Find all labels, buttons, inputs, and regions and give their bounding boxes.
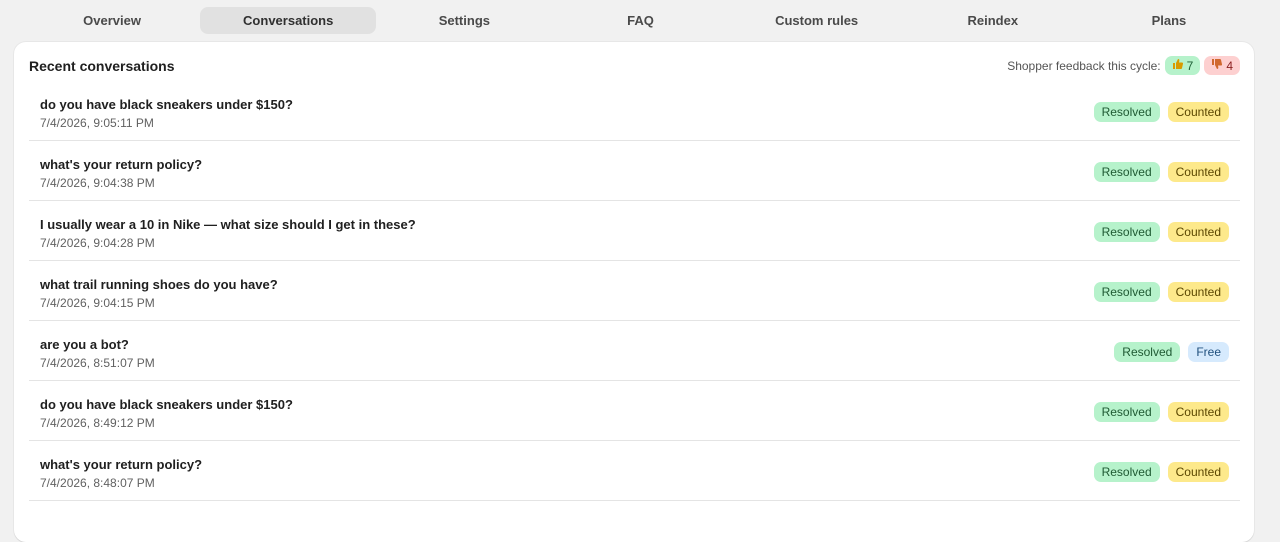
conversation-row[interactable]: do you have black sneakers under $150? 7… (29, 381, 1240, 441)
conversation-timestamp: 7/4/2026, 9:04:15 PM (40, 296, 155, 310)
thumbs-up-count: 7 (1186, 58, 1194, 73)
status-badge: Resolved (1093, 102, 1160, 122)
thumbs-up-badge: 7 (1164, 56, 1201, 75)
status-badge: Resolved (1093, 222, 1160, 242)
billing-badge: Counted (1167, 102, 1229, 122)
conversation-row[interactable]: what's your return policy? 7/4/2026, 9:0… (29, 141, 1240, 201)
conversation-row[interactable]: what's your return policy? 7/4/2026, 8:4… (29, 441, 1240, 501)
conversation-row[interactable]: what trail running shoes do you have? 7/… (29, 261, 1240, 321)
tab-overview[interactable]: Overview (24, 7, 200, 34)
tab-settings[interactable]: Settings (376, 7, 552, 34)
feedback-label: Shopper feedback this cycle: (1007, 58, 1161, 73)
conversation-timestamp: 7/4/2026, 8:51:07 PM (40, 356, 155, 370)
billing-badge: Counted (1167, 462, 1229, 482)
conversation-title: what trail running shoes do you have? (40, 277, 278, 292)
thumbs-down-badge: 4 (1204, 56, 1240, 75)
tab-custom-rules[interactable]: Custom rules (729, 7, 905, 34)
conversation-timestamp: 7/4/2026, 8:49:12 PM (40, 416, 155, 430)
conversation-title: what's your return policy? (40, 157, 203, 172)
shopper-feedback: Shopper feedback this cycle: 7 4 (1007, 56, 1240, 75)
conversation-title: what's your return policy? (40, 457, 203, 472)
card-title: Recent conversations (29, 58, 175, 74)
conversation-timestamp: 7/4/2026, 9:04:28 PM (40, 236, 155, 250)
billing-badge: Counted (1167, 402, 1229, 422)
conversation-timestamp: 7/4/2026, 8:48:07 PM (40, 476, 155, 490)
status-badge: Resolved (1093, 402, 1160, 422)
conversation-timestamp: 7/4/2026, 9:05:11 PM (40, 116, 154, 130)
thumbs-down-icon (1211, 58, 1223, 73)
tab-faq[interactable]: FAQ (552, 7, 728, 34)
thumbs-up-icon (1172, 58, 1184, 73)
status-badge: Resolved (1093, 282, 1160, 302)
tab-reindex[interactable]: Reindex (905, 7, 1081, 34)
tab-conversations[interactable]: Conversations (200, 7, 377, 34)
recent-conversations-card: Recent conversations Shopper feedback th… (14, 42, 1254, 542)
conversation-row[interactable]: do you have black sneakers under $150? 7… (29, 81, 1240, 141)
conversation-row[interactable]: are you a bot? 7/4/2026, 8:51:07 PM Reso… (29, 321, 1240, 381)
status-badge: Resolved (1093, 462, 1160, 482)
conversation-title: I usually wear a 10 in Nike — what size … (40, 217, 416, 232)
status-badge: Resolved (1114, 342, 1181, 362)
conversation-title: are you a bot? (40, 337, 129, 352)
conversation-title: do you have black sneakers under $150? (40, 397, 293, 412)
billing-badge: Counted (1167, 222, 1229, 242)
tab-plans[interactable]: Plans (1081, 7, 1257, 34)
thumbs-down-count: 4 (1226, 58, 1233, 73)
conversation-list: do you have black sneakers under $150? 7… (29, 81, 1240, 501)
billing-badge: Counted (1167, 162, 1229, 182)
conversation-row[interactable]: I usually wear a 10 in Nike — what size … (29, 201, 1240, 261)
conversation-title: do you have black sneakers under $150? (40, 97, 293, 112)
status-badge: Resolved (1093, 162, 1160, 182)
conversation-timestamp: 7/4/2026, 9:04:38 PM (40, 176, 155, 190)
billing-badge: Counted (1167, 282, 1229, 302)
nav-tabs: Overview Conversations Settings FAQ Cust… (24, 7, 1257, 34)
billing-badge: Free (1188, 342, 1229, 362)
